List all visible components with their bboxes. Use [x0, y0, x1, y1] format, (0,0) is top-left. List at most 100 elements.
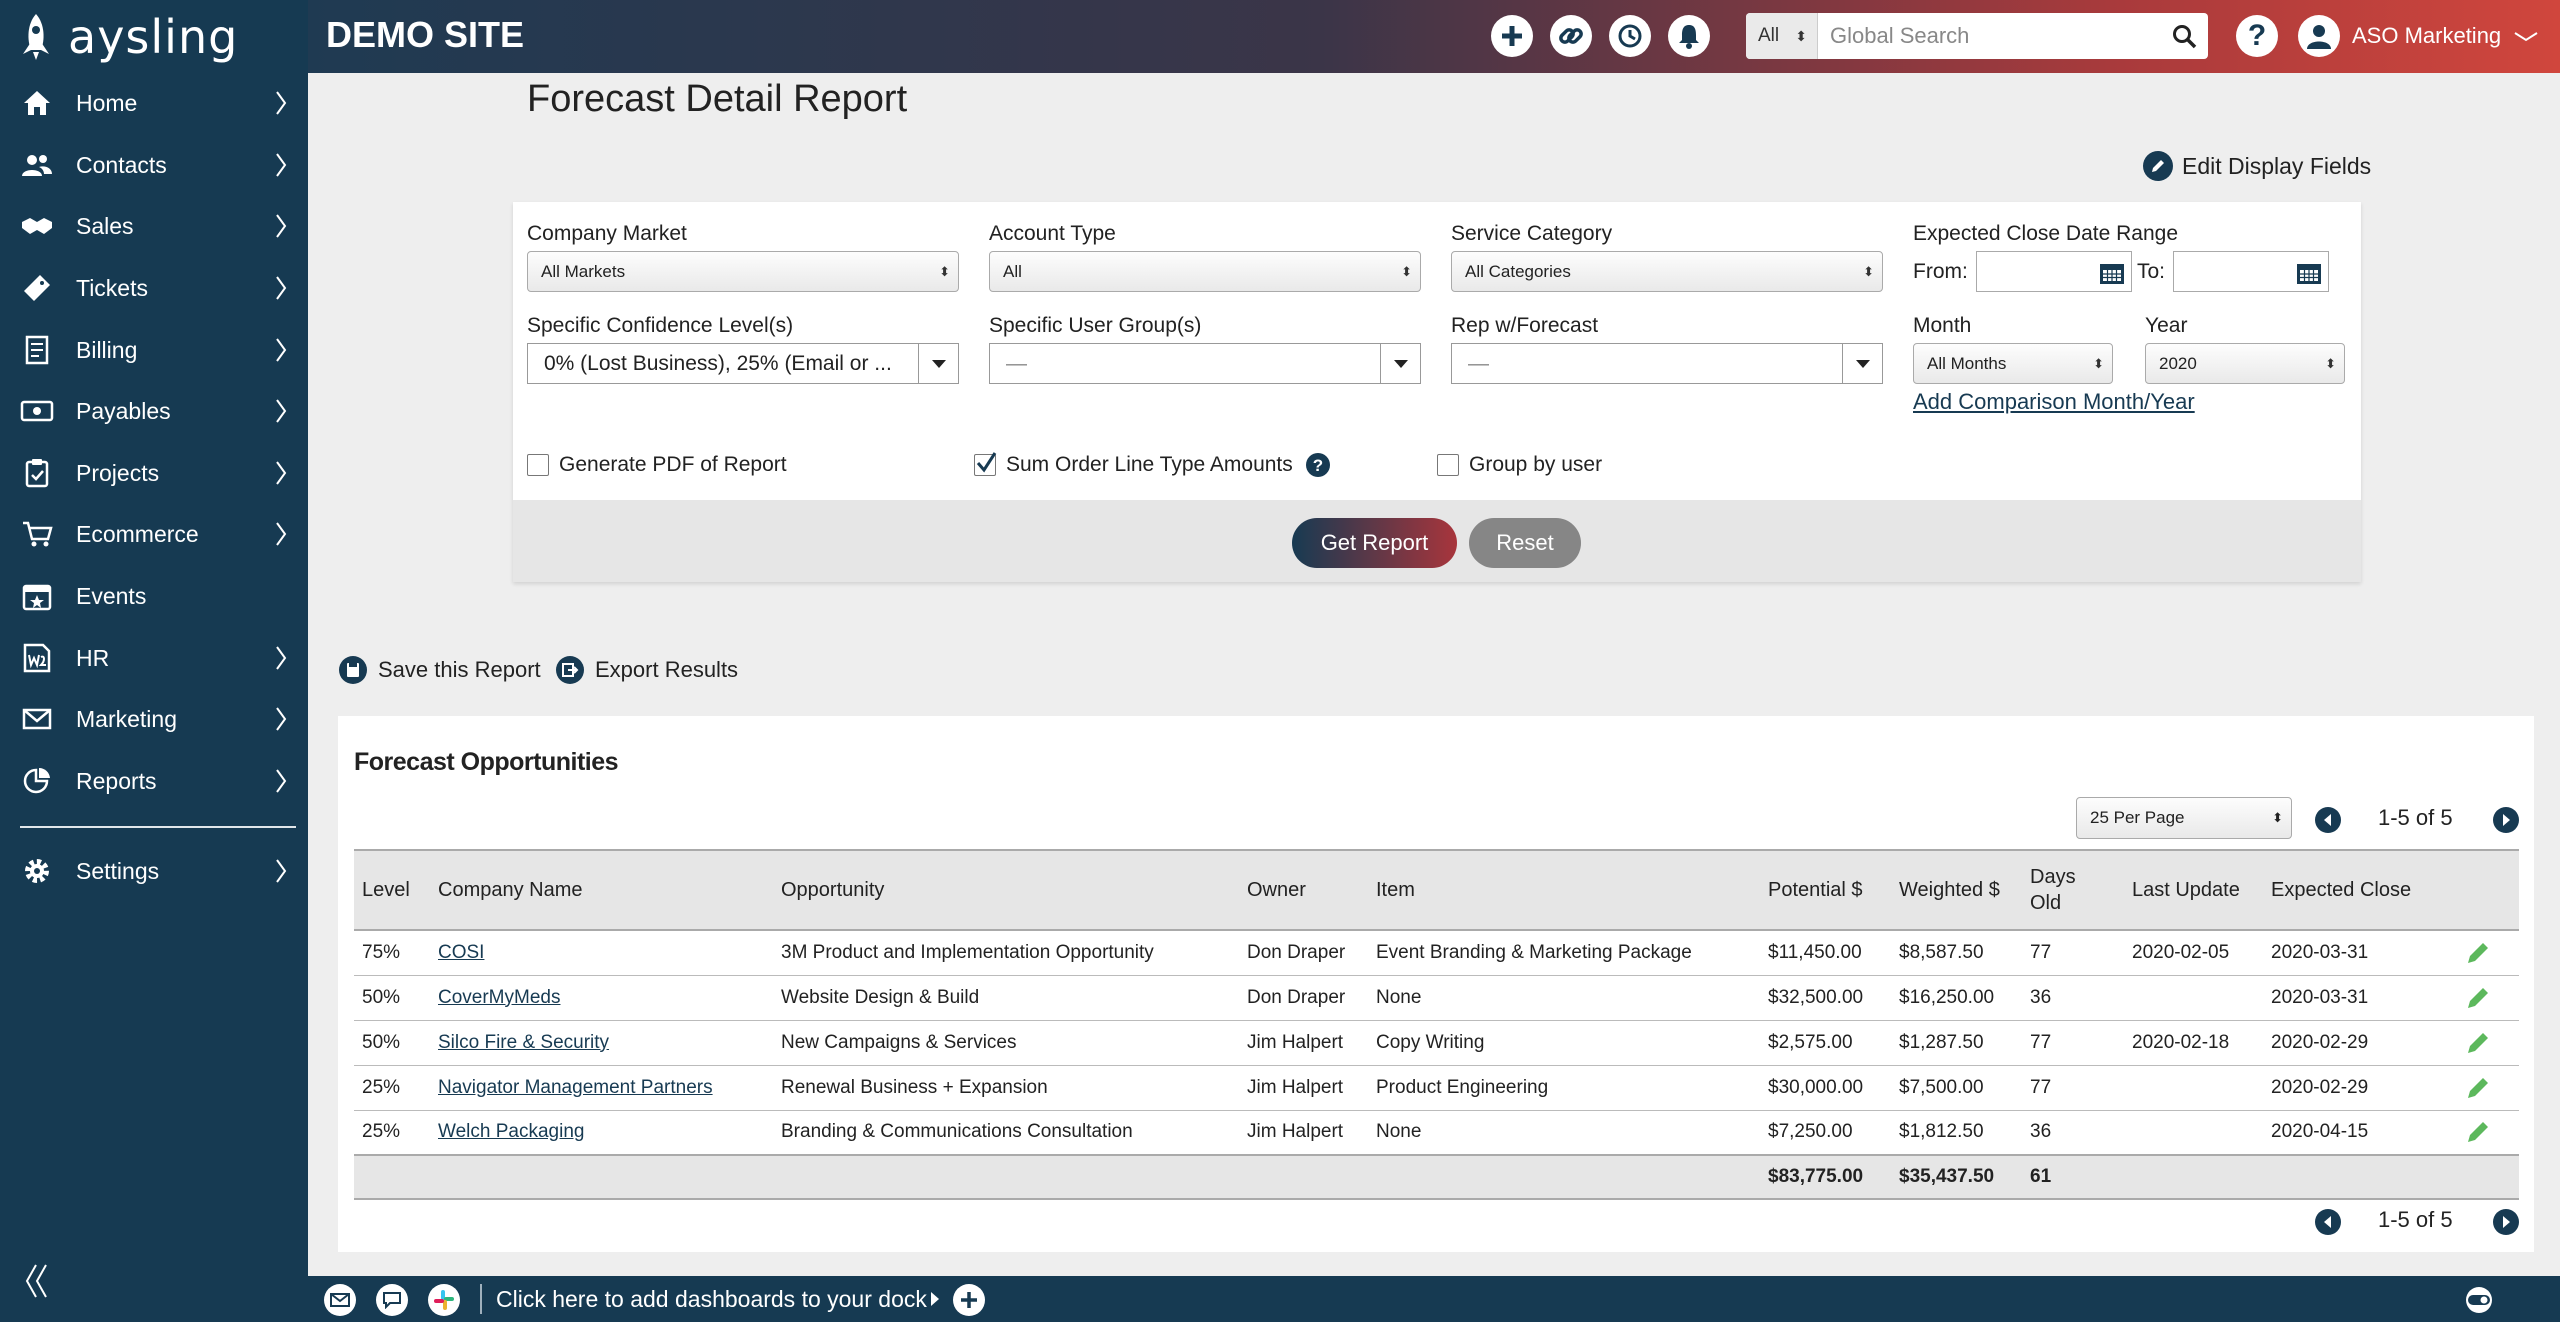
col-level[interactable]: Level — [354, 849, 430, 931]
cell-level: 50% — [354, 975, 430, 1021]
help-button[interactable]: ? — [2236, 15, 2278, 57]
calendar-icon[interactable] — [2296, 261, 2322, 285]
calendar-icon[interactable] — [2099, 261, 2125, 285]
edit-row-button[interactable] — [2437, 1020, 2519, 1066]
sidebar-item-label: Marketing — [76, 705, 177, 732]
sidebar-item-label: Settings — [76, 857, 160, 884]
company-link[interactable]: COSI — [438, 942, 484, 963]
sidebar-item-marketing[interactable]: Marketing — [0, 688, 308, 750]
add-button[interactable] — [1491, 15, 1533, 57]
links-button[interactable] — [1550, 15, 1592, 57]
logo[interactable]: aysling — [18, 8, 238, 66]
company-link[interactable]: Navigator Management Partners — [438, 1077, 713, 1098]
edit-display-fields-button[interactable]: Edit Display Fields — [2142, 150, 2371, 182]
updown-icon: ⬍ — [2325, 356, 2336, 371]
sidebar-item-events[interactable]: Events — [0, 565, 308, 627]
col-weighted[interactable]: Weighted $ — [1891, 849, 2022, 931]
sidebar-item-projects[interactable]: Projects — [0, 442, 308, 504]
history-button[interactable] — [1609, 15, 1651, 57]
service-category-select[interactable]: All Categories ⬍ — [1451, 251, 1883, 292]
save-icon — [338, 655, 368, 685]
user-group-multiselect[interactable]: — — [989, 343, 1421, 384]
dock-hint[interactable]: Click here to add dashboards to your doc… — [496, 1286, 927, 1313]
sidebar-item-sales[interactable]: Sales — [0, 195, 308, 257]
handshake-icon — [20, 211, 54, 241]
dock-slack-button[interactable] — [428, 1284, 460, 1316]
col-owner[interactable]: Owner — [1239, 849, 1368, 931]
sidebar-item-payables[interactable]: Payables — [0, 380, 308, 442]
sidebar-item-reports[interactable]: Reports — [0, 750, 308, 812]
sidebar-item-ecommerce[interactable]: Ecommerce — [0, 503, 308, 565]
contacts-icon — [20, 150, 54, 180]
group-by-user-checkbox[interactable] — [1437, 454, 1459, 476]
year-select[interactable]: 2020 ⬍ — [2145, 343, 2345, 384]
page-title: Forecast Detail Report — [527, 78, 908, 120]
close-range-label: Expected Close Date Range — [1913, 222, 2178, 245]
col-days-old[interactable]: Days Old — [2022, 849, 2124, 931]
col-potential[interactable]: Potential $ — [1760, 849, 1891, 931]
plus-icon — [959, 1290, 979, 1310]
month-select[interactable]: All Months ⬍ — [1913, 343, 2113, 384]
get-report-button[interactable]: Get Report — [1292, 518, 1457, 568]
company-link[interactable]: Silco Fire & Security — [438, 1032, 609, 1053]
col-company[interactable]: Company Name — [430, 849, 773, 931]
per-page-select[interactable]: 25 Per Page ⬍ — [2076, 797, 2292, 839]
sidebar-item-billing[interactable]: Billing — [0, 319, 308, 381]
search-scope-select[interactable]: All ⬍ — [1746, 13, 1818, 59]
edit-row-button[interactable] — [2437, 1110, 2519, 1156]
company-link[interactable]: Welch Packaging — [438, 1121, 584, 1142]
sum-order-line-checkbox[interactable] — [974, 452, 997, 476]
generate-pdf-label: Generate PDF of Report — [559, 453, 787, 476]
sidebar-item-tickets[interactable]: Tickets — [0, 257, 308, 319]
collapse-sidebar-icon[interactable] — [24, 1262, 50, 1300]
col-opportunity[interactable]: Opportunity — [773, 849, 1239, 931]
help-circle-icon[interactable]: ? — [1305, 452, 1331, 478]
cell-expected-close: 2020-02-29 — [2263, 1065, 2437, 1111]
table-row: 50% CoverMyMeds Website Design & Build D… — [354, 975, 2519, 1021]
prev-page-icon[interactable] — [2314, 1208, 2342, 1236]
confidence-multiselect[interactable]: 0% (Lost Business), 25% (Email or ... — [527, 343, 959, 384]
edit-row-button[interactable] — [2437, 930, 2519, 976]
edit-row-button[interactable] — [2437, 1065, 2519, 1111]
cell-level: 25% — [354, 1110, 430, 1156]
to-label: To: — [2137, 260, 2166, 283]
close-from-date-input[interactable] — [1976, 251, 2132, 292]
cell-potential: $11,450.00 — [1760, 930, 1891, 976]
user-menu[interactable]: ASO Marketing — [2298, 13, 2539, 59]
sidebar-item-hr[interactable]: HR — [0, 627, 308, 689]
sidebar-item-home[interactable]: Home — [0, 72, 308, 134]
export-results-button[interactable]: Export Results — [555, 655, 738, 685]
sidebar-item-contacts[interactable]: Contacts — [0, 134, 308, 196]
sidebar: aysling Home Contacts Sales Tickets Bill… — [0, 0, 308, 1322]
edit-row-button[interactable] — [2437, 975, 2519, 1021]
notifications-button[interactable] — [1668, 15, 1710, 57]
search-input[interactable] — [1830, 13, 2150, 59]
search-icon[interactable] — [2172, 24, 2198, 50]
pencil-circle-icon — [2142, 150, 2174, 182]
add-comparison-link[interactable]: Add Comparison Month/Year — [1913, 389, 2195, 415]
col-last-update[interactable]: Last Update — [2124, 849, 2263, 931]
save-report-button[interactable]: Save this Report — [338, 655, 541, 685]
prev-page-icon[interactable] — [2314, 806, 2342, 834]
next-page-icon[interactable] — [2492, 1208, 2520, 1236]
rep-forecast-multiselect[interactable]: — — [1451, 343, 1883, 384]
col-expected-close[interactable]: Expected Close — [2263, 849, 2437, 931]
reset-button[interactable]: Reset — [1469, 518, 1581, 568]
dock-add-button[interactable] — [953, 1284, 985, 1316]
col-item[interactable]: Item — [1368, 849, 1760, 931]
month-label: Month — [1913, 314, 1972, 337]
account-type-select[interactable]: All ⬍ — [989, 251, 1421, 292]
chevron-right-icon — [274, 768, 288, 794]
sidebar-item-settings[interactable]: Settings — [0, 840, 308, 902]
dock-mail-button[interactable] — [324, 1284, 356, 1316]
dock-messages-button[interactable] — [376, 1284, 408, 1316]
top-header: DEMO SITE All ⬍ ? ASO Marketing — [308, 0, 2560, 73]
company-link[interactable]: CoverMyMeds — [438, 987, 560, 1008]
next-page-icon[interactable] — [2492, 806, 2520, 834]
generate-pdf-checkbox[interactable] — [527, 454, 549, 476]
close-to-date-input[interactable] — [2173, 251, 2329, 292]
pencil-icon — [2445, 985, 2511, 1011]
toggle-icon[interactable] — [2460, 1286, 2498, 1314]
totals-row: $83,775.00 $35,437.50 61 — [354, 1154, 2519, 1200]
company-market-select[interactable]: All Markets ⬍ — [527, 251, 959, 292]
